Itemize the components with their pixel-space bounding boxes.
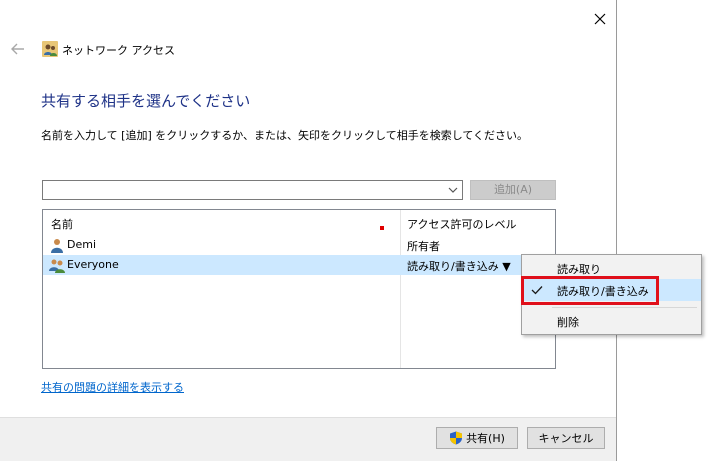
user-icon <box>51 239 63 253</box>
close-button[interactable] <box>588 8 612 30</box>
close-icon <box>594 13 606 25</box>
red-marker-dot <box>380 226 384 230</box>
cancel-button[interactable]: キャンセル <box>527 427 605 449</box>
column-divider <box>400 210 401 368</box>
uac-shield-icon <box>450 431 463 445</box>
highlight-box <box>521 276 659 305</box>
user-name: Demi <box>67 238 97 251</box>
sharing-help-link[interactable]: 共有の問題の詳細を表示する <box>41 379 184 395</box>
page-heading: 共有する相手を選んでください <box>41 92 251 110</box>
user-permission-list[interactable]: 名前 アクセス許可のレベル Demi 所有者 Everyone 読み取り/書き込… <box>42 209 556 369</box>
back-button[interactable] <box>9 40 27 58</box>
menu-item-remove[interactable]: 削除 <box>522 310 701 332</box>
dialog-footer: 共有(H) キャンセル <box>0 417 616 461</box>
chevron-down-icon[interactable] <box>448 185 458 195</box>
menu-item-label: 削除 <box>557 316 579 329</box>
menu-item-label: 読み取り <box>557 263 601 276</box>
network-users-icon <box>42 41 58 57</box>
user-name: Everyone <box>67 258 119 271</box>
column-header-permission[interactable]: アクセス許可のレベル <box>407 216 516 232</box>
instruction-text: 名前を入力して [追加] をクリックするか、または、矢印をクリックして相手を検索… <box>41 129 529 142</box>
back-arrow-icon <box>11 43 24 55</box>
add-button[interactable]: 追加(A) <box>470 180 556 200</box>
column-header-name[interactable]: 名前 <box>51 216 73 232</box>
user-permission: 所有者 <box>407 240 440 253</box>
share-button-label: 共有(H) <box>466 432 505 445</box>
menu-separator <box>552 307 697 308</box>
network-access-dialog: ネットワーク アクセス 共有する相手を選んでください 名前を入力して [追加] … <box>0 0 617 461</box>
name-input-combo[interactable] <box>42 180 463 200</box>
list-row-demi[interactable]: Demi 所有者 <box>43 235 555 255</box>
permission-dropdown[interactable]: 読み取り/書き込み ▼ <box>407 258 511 274</box>
share-button[interactable]: 共有(H) <box>436 427 518 449</box>
window-title: ネットワーク アクセス <box>62 44 175 57</box>
list-row-everyone[interactable]: Everyone 読み取り/書き込み ▼ <box>43 255 555 275</box>
group-icon <box>49 259 65 273</box>
